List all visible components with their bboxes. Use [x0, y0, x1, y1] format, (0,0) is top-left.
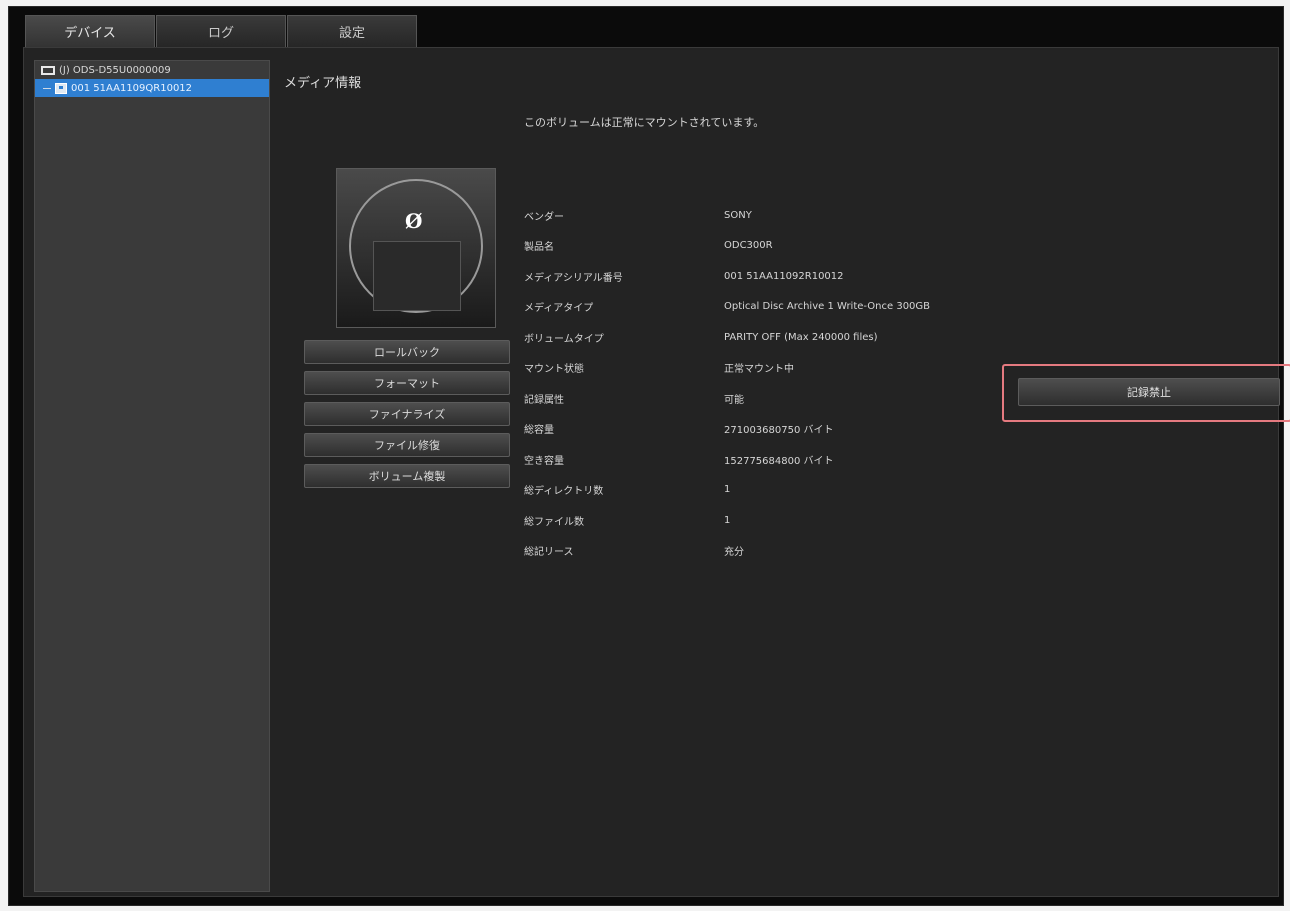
info-value: 正常マウント中: [724, 364, 794, 376]
info-value: SONY: [724, 209, 752, 221]
info-label: 製品名: [524, 242, 554, 254]
info-value: 001 51AA11092R10012: [724, 270, 844, 282]
tab-bar: デバイス ログ 設定: [25, 15, 418, 47]
cartridge-window: [373, 241, 461, 311]
info-row-volume-type: ボリュームタイプ PARITY OFF (Max 240000 files): [524, 322, 930, 353]
info-label: ボリュームタイプ: [524, 333, 604, 345]
info-label: 総ファイル数: [524, 516, 584, 528]
device-tree: (J) ODS-D55U0000009 001 51AA1109QR10012: [34, 60, 270, 892]
finalize-button[interactable]: ファイナライズ: [304, 402, 510, 426]
info-row-serial: メディアシリアル番号 001 51AA11092R10012: [524, 261, 930, 292]
format-button[interactable]: フォーマット: [304, 371, 510, 395]
media-label: 001 51AA1109QR10012: [71, 82, 193, 94]
media-info-table: ベンダー SONY 製品名 ODC300R メディアシリアル番号 001 51A…: [524, 200, 930, 566]
info-value: ODC300R: [724, 240, 773, 252]
info-label: メディアシリアル番号: [524, 272, 623, 284]
tab-settings[interactable]: 設定: [287, 15, 417, 47]
info-row-vendor: ベンダー SONY: [524, 200, 930, 231]
info-row-mount-state: マウント状態 正常マウント中: [524, 353, 930, 384]
app-window: デバイス ログ 設定 (J) ODS-D55U0000009 001 51AA1…: [8, 6, 1290, 906]
info-row-record-attr: 記録属性 可能: [524, 383, 930, 414]
info-row-free-capacity: 空き容量 152775684800 バイト: [524, 444, 930, 475]
section-title: メディア情報: [284, 76, 362, 91]
cartridge-logo-icon: Ø: [405, 209, 423, 233]
tree-item-device[interactable]: (J) ODS-D55U0000009: [35, 61, 269, 79]
info-row-dir-count: 総ディレクトリ数 1: [524, 475, 930, 506]
action-buttons: ロールバック フォーマット ファイナライズ ファイル修復 ボリューム複製: [304, 340, 510, 495]
info-value: 1: [724, 514, 731, 526]
file-repair-button[interactable]: ファイル修復: [304, 433, 510, 457]
info-value: Optical Disc Archive 1 Write-Once 300GB: [724, 301, 931, 313]
rollback-button[interactable]: ロールバック: [304, 340, 510, 364]
media-cartridge-image: Ø: [336, 168, 496, 328]
info-label: 空き容量: [524, 455, 564, 467]
media-icon: [55, 82, 67, 94]
device-label: (J) ODS-D55U0000009: [59, 64, 171, 76]
info-label: 記録属性: [524, 394, 564, 406]
volume-copy-button[interactable]: ボリューム複製: [304, 464, 510, 488]
info-value: 271003680750 バイト: [724, 425, 834, 437]
tree-item-media[interactable]: 001 51AA1109QR10012: [35, 79, 269, 97]
tab-log[interactable]: ログ: [156, 15, 286, 47]
info-label: ベンダー: [524, 211, 564, 223]
info-label: メディアタイプ: [524, 303, 594, 315]
info-row-total-capacity: 総容量 271003680750 バイト: [524, 414, 930, 445]
info-row-resource: 総記リース 充分: [524, 536, 930, 567]
info-row-product: 製品名 ODC300R: [524, 231, 930, 262]
write-protect-button[interactable]: 記録禁止: [1018, 378, 1280, 406]
tab-device[interactable]: デバイス: [25, 15, 155, 47]
info-label: 総ディレクトリ数: [524, 486, 604, 498]
info-label: 総記リース: [524, 547, 574, 559]
drive-icon: [41, 65, 55, 75]
info-label: マウント状態: [524, 364, 584, 376]
info-value: 1: [724, 484, 731, 496]
info-row-file-count: 総ファイル数 1: [524, 505, 930, 536]
info-row-media-type: メディアタイプ Optical Disc Archive 1 Write-Onc…: [524, 292, 930, 323]
info-value: 可能: [724, 394, 744, 406]
mount-status-message: このボリュームは正常にマウントされています。: [524, 116, 765, 129]
device-panel: (J) ODS-D55U0000009 001 51AA1109QR10012 …: [23, 47, 1290, 897]
tree-connector: [43, 87, 51, 89]
info-label: 総容量: [524, 425, 554, 437]
info-value: 152775684800 バイト: [724, 455, 834, 467]
info-value: 充分: [724, 547, 744, 559]
info-value: PARITY OFF (Max 240000 files): [724, 331, 878, 343]
